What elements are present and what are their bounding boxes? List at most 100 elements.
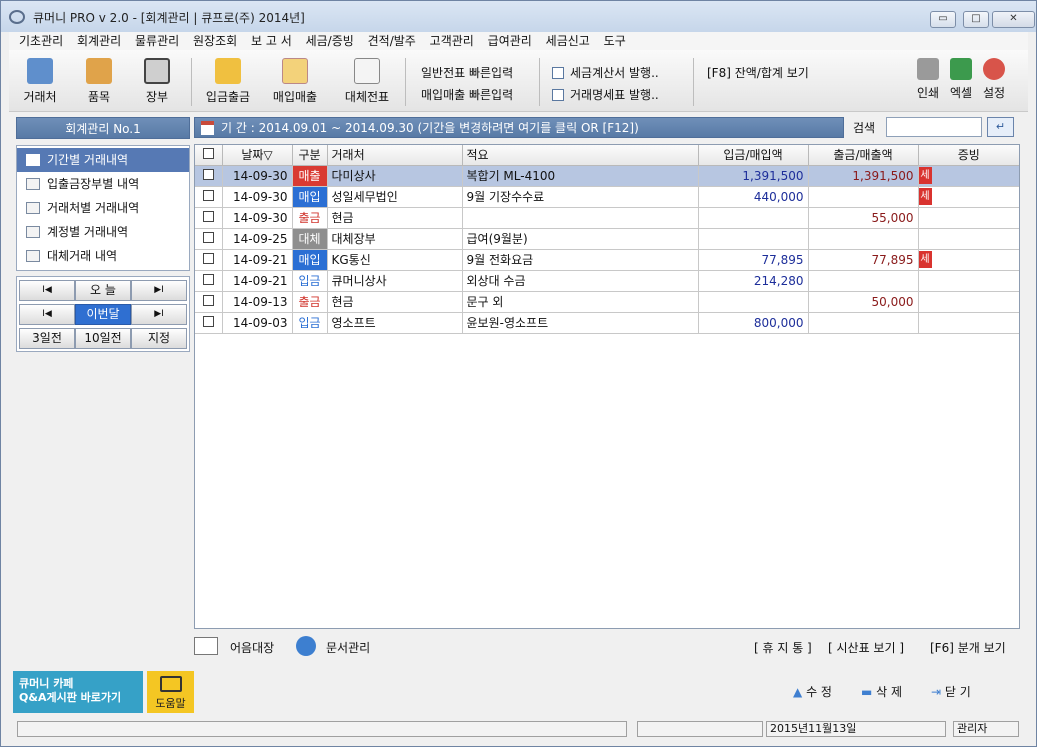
col-memo[interactable]: 적요 [462, 145, 699, 166]
row-checkbox[interactable] [202, 231, 214, 243]
minus-icon: ▬ [861, 685, 873, 699]
row-checkbox[interactable] [202, 168, 214, 180]
nav-customer-transactions[interactable]: 거래처별 거래내역 [17, 196, 189, 220]
col-party[interactable]: 거래처 [327, 145, 463, 166]
table-row[interactable]: 14-09-13 출금 현금 문구 외 50,000 [195, 291, 1019, 313]
row-checkbox[interactable] [202, 252, 214, 264]
period-bar[interactable]: 기 간 : 2014.09.01 ~ 2014.09.30 (기간을 변경하려면… [194, 117, 844, 138]
table-row[interactable]: 14-09-25 대체 대체장부 급여(9월분) [195, 228, 1019, 250]
menu-tax[interactable]: 세금/증빙 [306, 32, 354, 50]
prev-month-button[interactable]: I◀ [19, 304, 75, 325]
menu-customer[interactable]: 고객관리 [430, 32, 474, 50]
row-checkbox[interactable] [202, 210, 214, 222]
settings-button[interactable]: 설정 [977, 58, 1011, 101]
help-button[interactable]: 도움말 [147, 671, 194, 713]
toolbar: 거래처 품목 장부 입금출금 매입매출 대체전표 일반전표 빠른입력 매입매출 … [9, 50, 1028, 112]
col-out-amount[interactable]: 출금/매출액 [808, 145, 919, 166]
menu-payroll[interactable]: 급여관리 [488, 32, 532, 50]
purchase-sales-button[interactable]: 매입매출 [267, 58, 323, 105]
col-type[interactable]: 구분 [292, 145, 328, 166]
cell-party: 현금 [327, 291, 463, 313]
table-row[interactable]: 14-09-03 입금 영소프트 윤보원-영소프트 800,000 [195, 312, 1019, 334]
transfer-button[interactable]: 대체전표 [339, 58, 395, 105]
tax-evidence-badge[interactable]: 세 [918, 251, 932, 268]
next-month-button[interactable]: ▶I [131, 304, 187, 325]
cell-party: 다미상사 [327, 165, 463, 187]
3days-ago-button[interactable]: 3일전 [19, 328, 75, 349]
menu-ledger[interactable]: 원장조회 [193, 32, 237, 50]
docs-link[interactable]: 문서관리 [326, 639, 370, 656]
menu-basic[interactable]: 기초관리 [19, 32, 63, 50]
cell-cb [195, 207, 223, 229]
cafe-link[interactable]: 큐머니 카페 Q&A게시판 바로가기 [13, 671, 143, 713]
table-row[interactable]: 14-09-30 매출 다미상사 복합기 ML-4100 1,391,500 1,391,… [195, 165, 1019, 187]
10days-ago-button[interactable]: 10일전 [75, 328, 131, 349]
row-checkbox[interactable] [202, 273, 214, 285]
close-button[interactable]: ⇥ 닫 기 [931, 683, 971, 700]
next-day-button[interactable]: ▶I [131, 280, 187, 301]
nav-transfer-transactions[interactable]: 대체거래 내역 [17, 244, 189, 268]
bills-link[interactable]: 어음대장 [230, 639, 274, 656]
nav-period-transactions[interactable]: 기간별 거래내역 [17, 148, 189, 172]
quick-entry-purchase-link[interactable]: 매입매출 빠른입력 [421, 86, 513, 103]
left-nav: 기간별 거래내역 입출금장부별 내역 거래처별 거래내역 계정별 거래내역 대체… [16, 145, 190, 271]
select-all-checkbox[interactable] [202, 147, 214, 159]
quick-entry-general-link[interactable]: 일반전표 빠른입력 [421, 64, 513, 81]
menu-accounting[interactable]: 회계관리 [77, 32, 121, 50]
statement-link[interactable]: 거래명세표 발행.. [552, 86, 659, 103]
cell-date: 14-09-21 [222, 249, 293, 271]
this-month-button[interactable]: 이번달 [75, 304, 131, 325]
menu-tools[interactable]: 도구 [604, 32, 626, 50]
row-checkbox[interactable] [202, 294, 214, 306]
menu-logistics[interactable]: 물류관리 [135, 32, 179, 50]
excel-button[interactable]: 엑셀 [945, 58, 977, 101]
search-button[interactable]: ↵ [987, 117, 1014, 137]
minimize-button[interactable]: ▭ [930, 11, 956, 28]
maximize-button[interactable]: □ [963, 11, 989, 28]
table-row[interactable]: 14-09-30 매입 성일세무법인 9월 기장수수료 440,000 세 [195, 186, 1019, 208]
cell-out: 1,391,500 [808, 165, 919, 187]
table-row[interactable]: 14-09-21 입금 큐머니상사 외상대 수금 214,280 [195, 270, 1019, 292]
select-all-header[interactable] [195, 145, 223, 166]
cell-out: 77,895 [808, 249, 919, 271]
statement-icon [552, 89, 564, 101]
menu-tax-report[interactable]: 세금신고 [546, 32, 590, 50]
col-date[interactable]: 날짜▽ [222, 145, 293, 166]
delete-button[interactable]: ▬ 삭 제 [861, 683, 902, 700]
menu-estimate[interactable]: 견적/발주 [368, 32, 416, 50]
close-window-button[interactable]: ✕ [992, 11, 1035, 28]
split-view-link[interactable]: [F6] 분개 보기 [930, 639, 1006, 656]
cell-type: 입금 [292, 270, 328, 292]
balance-view-link[interactable]: [F8] 잔액/합계 보기 [707, 64, 809, 81]
table-row[interactable]: 14-09-30 출금 현금 55,000 [195, 207, 1019, 229]
deposit-button[interactable]: 입금출금 [202, 58, 254, 105]
row-checkbox[interactable] [202, 189, 214, 201]
cell-evid [918, 207, 1019, 229]
tax-evidence-badge[interactable]: 세 [918, 188, 932, 205]
menu-report[interactable]: 보 고 서 [251, 32, 292, 50]
cafe-banner[interactable]: 큐머니 카페 Q&A게시판 바로가기 도움말 [13, 671, 194, 713]
edit-button[interactable]: ▲ 수 정 [793, 683, 832, 700]
today-button[interactable]: 오 늘 [75, 280, 131, 301]
search-input[interactable] [886, 117, 982, 137]
ledger-button[interactable]: 장부 [137, 58, 177, 105]
prev-day-button[interactable]: I◀ [19, 280, 75, 301]
row-checkbox[interactable] [202, 315, 214, 327]
col-evidence[interactable]: 증빙 [918, 145, 1019, 166]
print-button[interactable]: 인쇄 [911, 58, 945, 101]
trial-balance-link[interactable]: [ 시산표 보기 ] [828, 639, 904, 656]
table-row[interactable]: 14-09-21 매입 KG통신 9월 전화요금 77,895 77,895 세 [195, 249, 1019, 271]
customer-button[interactable]: 거래처 [19, 58, 61, 105]
cafe-line2: Q&A게시판 바로가기 [19, 691, 122, 704]
trash-link[interactable]: [ 휴 지 통 ] [754, 639, 812, 656]
tax-invoice-link[interactable]: 세금계산서 발행.. [552, 64, 659, 81]
col-in-amount[interactable]: 입금/매입액 [698, 145, 809, 166]
custom-range-button[interactable]: 지정 [131, 328, 187, 349]
nav-account-transactions[interactable]: 계정별 거래내역 [17, 220, 189, 244]
status-panel-main [17, 721, 627, 737]
tax-evidence-badge[interactable]: 세 [918, 167, 932, 184]
cell-in: 440,000 [698, 186, 809, 208]
nav-cashbook-transactions[interactable]: 입출금장부별 내역 [17, 172, 189, 196]
item-button[interactable]: 품목 [79, 58, 119, 105]
cafe-line1: 큐머니 카페 [19, 677, 74, 690]
